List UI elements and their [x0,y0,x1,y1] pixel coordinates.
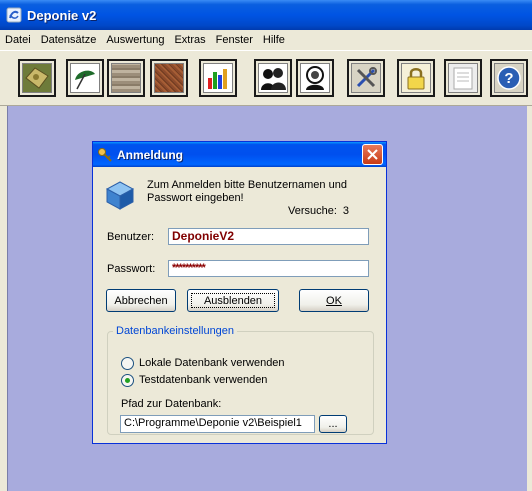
help-button[interactable]: ? [490,59,528,97]
hide-button[interactable]: Ausblenden [187,289,279,312]
password-field[interactable]: ********** [168,260,369,277]
menu-auswertung[interactable]: Auswertung [101,34,169,46]
database-settings-title: Datenbankeinstellungen [113,325,238,337]
login-dialog: Anmeldung Zum Anmelden bitte Benutzernam… [92,141,387,444]
umbrella-button[interactable] [66,59,104,97]
map-icon [22,63,52,93]
menu-bar: Datei Datensätze Auswertung Extras Fenst… [0,30,532,51]
instruction-text: Zum Anmelden bitte Benutzernamen und Pas… [147,179,347,204]
keys-icon [98,147,112,162]
lock-button[interactable] [397,59,435,97]
user-search-button[interactable] [296,59,334,97]
users-button[interactable] [254,59,292,97]
attempts-value: 3 [342,205,350,217]
browse-button[interactable]: ... [319,415,347,433]
tools-icon [351,63,381,93]
lock-icon [401,63,431,93]
ok-button[interactable]: OK [299,289,369,312]
users-icon [258,63,288,93]
menu-datensaetze[interactable]: Datensätze [36,34,102,46]
close-button[interactable] [362,144,383,165]
tools-button[interactable] [347,59,385,97]
local-db-label[interactable]: Lokale Datenbank verwenden [139,357,285,369]
app-titlebar[interactable]: Deponie v2 [0,0,532,30]
window-title: Deponie v2 [27,7,97,23]
user-search-icon [300,63,330,93]
umbrella-icon [70,63,100,93]
user-label: Benutzer: [107,231,155,243]
svg-text:?: ? [504,70,513,87]
bar-chart-icon [203,63,233,93]
soil-layer-button[interactable] [150,59,188,97]
document-icon [448,63,478,93]
menu-hilfe[interactable]: Hilfe [258,34,290,46]
soil-layer-icon [154,63,184,93]
dialog-title: Anmeldung [117,147,183,162]
bar-chart-button[interactable] [199,59,237,97]
db-path-field[interactable]: C:\Programme\Deponie v2\Beispiel1 [120,415,315,433]
help-icon: ? [494,63,524,93]
ok-button-label: OK [326,294,342,307]
cancel-button[interactable]: Abbrechen [106,289,176,312]
cancel-button-label: Abbrechen [114,294,168,307]
close-icon [367,149,378,160]
database-cube-icon [105,181,135,210]
test-db-radio[interactable] [121,374,134,387]
user-field[interactable]: DeponieV2 [168,228,369,245]
map-button[interactable] [18,59,56,97]
password-label: Passwort: [107,263,156,275]
soil-sample-button[interactable] [107,59,145,97]
dialog-titlebar[interactable]: Anmeldung [93,142,386,167]
local-db-radio[interactable] [121,357,134,370]
attempts-counter: Versuche: 3 [288,205,349,217]
browse-button-label: ... [328,418,338,430]
menu-extras[interactable]: Extras [169,34,210,46]
menu-fenster[interactable]: Fenster [211,34,258,46]
attempts-label: Versuche: [288,205,337,217]
document-button[interactable] [444,59,482,97]
db-path-label: Pfad zur Datenbank: [121,398,222,410]
hide-button-label: Ausblenden [203,294,263,307]
app-icon [6,7,22,23]
toolbar: ? [0,51,532,106]
soil-sample-icon [111,63,141,93]
menu-datei[interactable]: Datei [0,34,36,46]
test-db-label[interactable]: Testdatenbank verwenden [139,374,267,386]
